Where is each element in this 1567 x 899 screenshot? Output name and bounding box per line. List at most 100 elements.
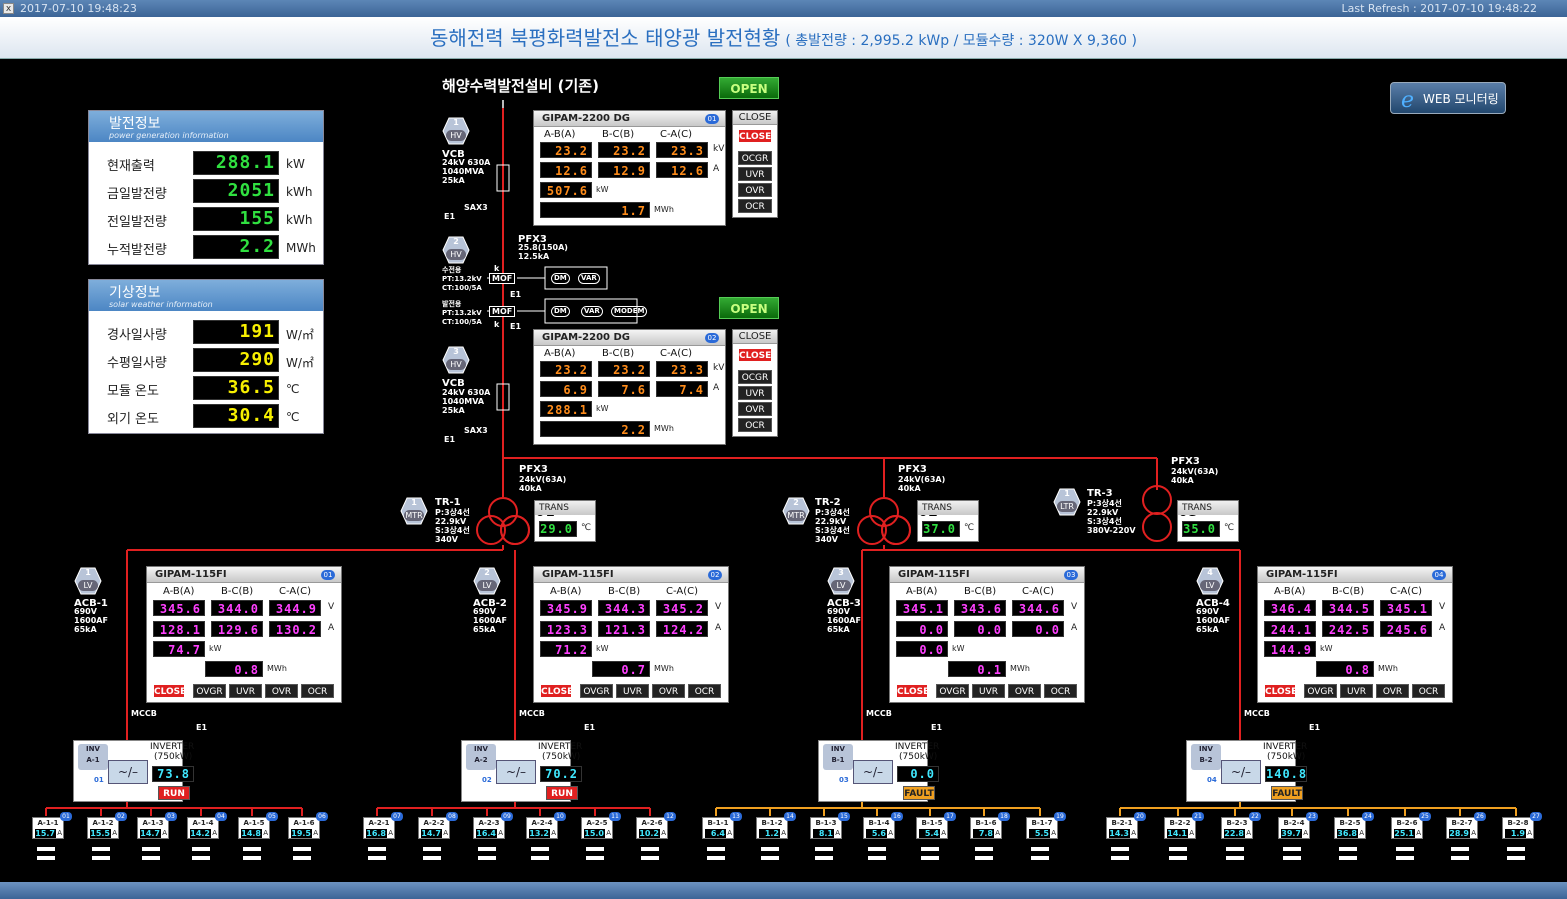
- fi-relay-ovr[interactable]: OVR: [1376, 684, 1409, 698]
- fi-kw: 144.9: [1264, 641, 1316, 657]
- fi-relay-ocr[interactable]: OCR: [688, 684, 721, 698]
- dg-meter-2-relay-ocr[interactable]: OCR: [738, 418, 772, 432]
- string-box[interactable]: B-2-3 22.8 A 22: [1221, 812, 1261, 839]
- string-unit: A: [162, 829, 167, 837]
- string-box[interactable]: B-2-7 28.9 A 26: [1446, 812, 1486, 839]
- dg-meter-2-close-button[interactable]: CLOSE: [738, 348, 772, 362]
- fi-relay-uvr[interactable]: UVR: [972, 684, 1005, 698]
- fi-relay-ovr[interactable]: OVR: [652, 684, 685, 698]
- inverter-3[interactable]: INV B-1 03 ~/– INVERTER (750kW) 0.0 FAULT: [818, 740, 939, 802]
- string-box[interactable]: A-1-4 14.2 A 04: [187, 812, 227, 839]
- gen-info-label: 현재출력: [107, 159, 155, 174]
- inverter-1[interactable]: INV A-1 01 ~/– INVERTER (750kW) 73.8 RUN: [73, 740, 194, 802]
- fi-relay-uvr[interactable]: UVR: [616, 684, 649, 698]
- hv1-badge-type: HV: [446, 130, 466, 141]
- string-no: 11: [609, 812, 621, 821]
- string-box[interactable]: A-2-6 10.2 A 12: [636, 812, 676, 839]
- fi-relay-uvr[interactable]: UVR: [229, 684, 262, 698]
- dg-meter-1-relay-ovr[interactable]: OVR: [738, 183, 772, 197]
- open-status-1[interactable]: OPEN: [719, 77, 779, 99]
- string-box[interactable]: A-2-5 15.0 A 11: [581, 812, 621, 839]
- web-monitoring-button[interactable]: e WEB 모니터링: [1390, 82, 1506, 114]
- fi-close-button[interactable]: CLOSE: [896, 684, 929, 698]
- inverter-4[interactable]: INV B-2 04 ~/– INVERTER (750kW) 140.8 FAULT: [1186, 740, 1307, 802]
- dg-meter-1-kw-unit: kW: [596, 185, 609, 194]
- string-box[interactable]: A-1-2 15.5 A 02: [87, 812, 127, 839]
- current-time: 2017-07-10 19:48:23: [20, 2, 137, 15]
- string-current: 14.3: [1109, 829, 1130, 838]
- fi-relay-ovr[interactable]: OVR: [1008, 684, 1041, 698]
- inverter-status: RUN: [158, 786, 190, 800]
- fi-close-button[interactable]: CLOSE: [153, 684, 186, 698]
- string-unit: A: [781, 829, 786, 837]
- string-panel-icon: [1339, 856, 1357, 860]
- string-name: B-2-6: [1396, 819, 1418, 827]
- dg-meter-2-relay-ovr[interactable]: OVR: [738, 402, 772, 416]
- dg-meter-1-relay-ocr[interactable]: OCR: [738, 199, 772, 213]
- string-box[interactable]: B-1-1 6.4 A 13: [702, 812, 742, 839]
- string-no: 16: [891, 812, 903, 821]
- inverter-2[interactable]: INV A-2 02 ~/– INVERTER (750kW) 70.2 RUN: [461, 740, 582, 802]
- fi-relay-ovr[interactable]: OVR: [265, 684, 298, 698]
- string-box[interactable]: A-1-1 15.7 A 01: [32, 812, 72, 839]
- string-box[interactable]: B-2-1 14.3 A 20: [1106, 812, 1146, 839]
- fi-relay-ovgr[interactable]: OVGR: [1304, 684, 1337, 698]
- fi-close-button[interactable]: CLOSE: [1264, 684, 1297, 698]
- fi-relay-uvr[interactable]: UVR: [1340, 684, 1373, 698]
- string-panel-icon: [586, 856, 604, 860]
- string-box[interactable]: A-1-6 19.5 A 06: [288, 812, 328, 839]
- string-box[interactable]: A-1-3 14.7 A 03: [137, 812, 177, 839]
- close-icon[interactable]: x: [3, 3, 14, 14]
- string-box[interactable]: A-2-4 13.2 A 10: [526, 812, 566, 839]
- string-box[interactable]: B-2-4 39.7 A 23: [1278, 812, 1318, 839]
- dg-meter-2-relay-uvr[interactable]: UVR: [738, 386, 772, 400]
- weather-info-subtitle: solar weather information: [109, 300, 213, 309]
- string-box[interactable]: B-2-2 14.1 A 21: [1164, 812, 1204, 839]
- string-box[interactable]: B-1-7 5.5 A 19: [1026, 812, 1066, 839]
- string-current: 5.4: [919, 829, 940, 838]
- gen-info-unit: kWh: [286, 185, 313, 199]
- fi-relay-ovgr[interactable]: OVGR: [193, 684, 226, 698]
- string-box[interactable]: B-1-3 8.1 A 15: [810, 812, 850, 839]
- string-box[interactable]: B-1-5 5.4 A 17: [916, 812, 956, 839]
- string-no: 12: [664, 812, 676, 821]
- trans-temp-unit: ℃: [581, 523, 592, 533]
- dg-meter-2-relay-ocgr[interactable]: OCGR: [738, 370, 772, 384]
- string-name: A-1-5: [243, 819, 265, 827]
- fi-col: A-B(A): [550, 586, 582, 597]
- tr-spec-2: P:3상4선 22.9kV S:3상4선 340V: [815, 508, 850, 544]
- string-panel-icon: [1396, 847, 1414, 851]
- fi-relay-ocr[interactable]: OCR: [301, 684, 334, 698]
- weather-info-unit: ℃: [286, 382, 300, 396]
- mccb-label-1: MCCB: [131, 709, 157, 718]
- dg-meter-1-relay-uvr[interactable]: UVR: [738, 167, 772, 181]
- mccb-e1-1: E1: [196, 723, 208, 732]
- string-box[interactable]: A-2-3 16.4 A 09: [473, 812, 513, 839]
- fi-close-button[interactable]: CLOSE: [540, 684, 573, 698]
- lv-badge-2-no: 2: [484, 568, 490, 577]
- string-box[interactable]: B-2-8 1.9 A 27: [1502, 812, 1542, 839]
- string-panel-icon: [192, 847, 210, 851]
- fi-col: A-B(A): [163, 586, 195, 597]
- string-box[interactable]: A-1-5 14.8 A 05: [238, 812, 278, 839]
- dg-meter-1-relay-ocgr[interactable]: OCGR: [738, 151, 772, 165]
- inverter-icon: ~/–: [496, 760, 536, 784]
- fi-relay-ocr[interactable]: OCR: [1044, 684, 1077, 698]
- string-box[interactable]: B-2-5 36.8 A 24: [1334, 812, 1374, 839]
- open-status-2[interactable]: OPEN: [719, 297, 779, 319]
- fi-mwh: 0.8: [1316, 661, 1374, 677]
- string-box[interactable]: B-1-6 7.8 A 18: [970, 812, 1010, 839]
- string-panel-icon: [761, 856, 779, 860]
- fi-relay-ocr[interactable]: OCR: [1412, 684, 1445, 698]
- string-box[interactable]: B-1-4 5.6 A 16: [863, 812, 903, 839]
- string-box[interactable]: A-2-2 14.7 A 08: [418, 812, 458, 839]
- string-box[interactable]: B-1-2 1.2 A 14: [756, 812, 796, 839]
- fi-relay-ovgr[interactable]: OVGR: [936, 684, 969, 698]
- dg-meter-1-close-button[interactable]: CLOSE: [738, 129, 772, 143]
- acb-spec-1: 690V 1600AF 65kA: [74, 607, 108, 634]
- string-box[interactable]: A-2-1 16.8 A 07: [363, 812, 403, 839]
- fi-relay-ovgr[interactable]: OVGR: [580, 684, 613, 698]
- string-box[interactable]: B-2-6 25.1 A 25: [1391, 812, 1431, 839]
- fi-no: 01: [321, 570, 335, 580]
- fi-mwh-unit: MWh: [1010, 664, 1030, 673]
